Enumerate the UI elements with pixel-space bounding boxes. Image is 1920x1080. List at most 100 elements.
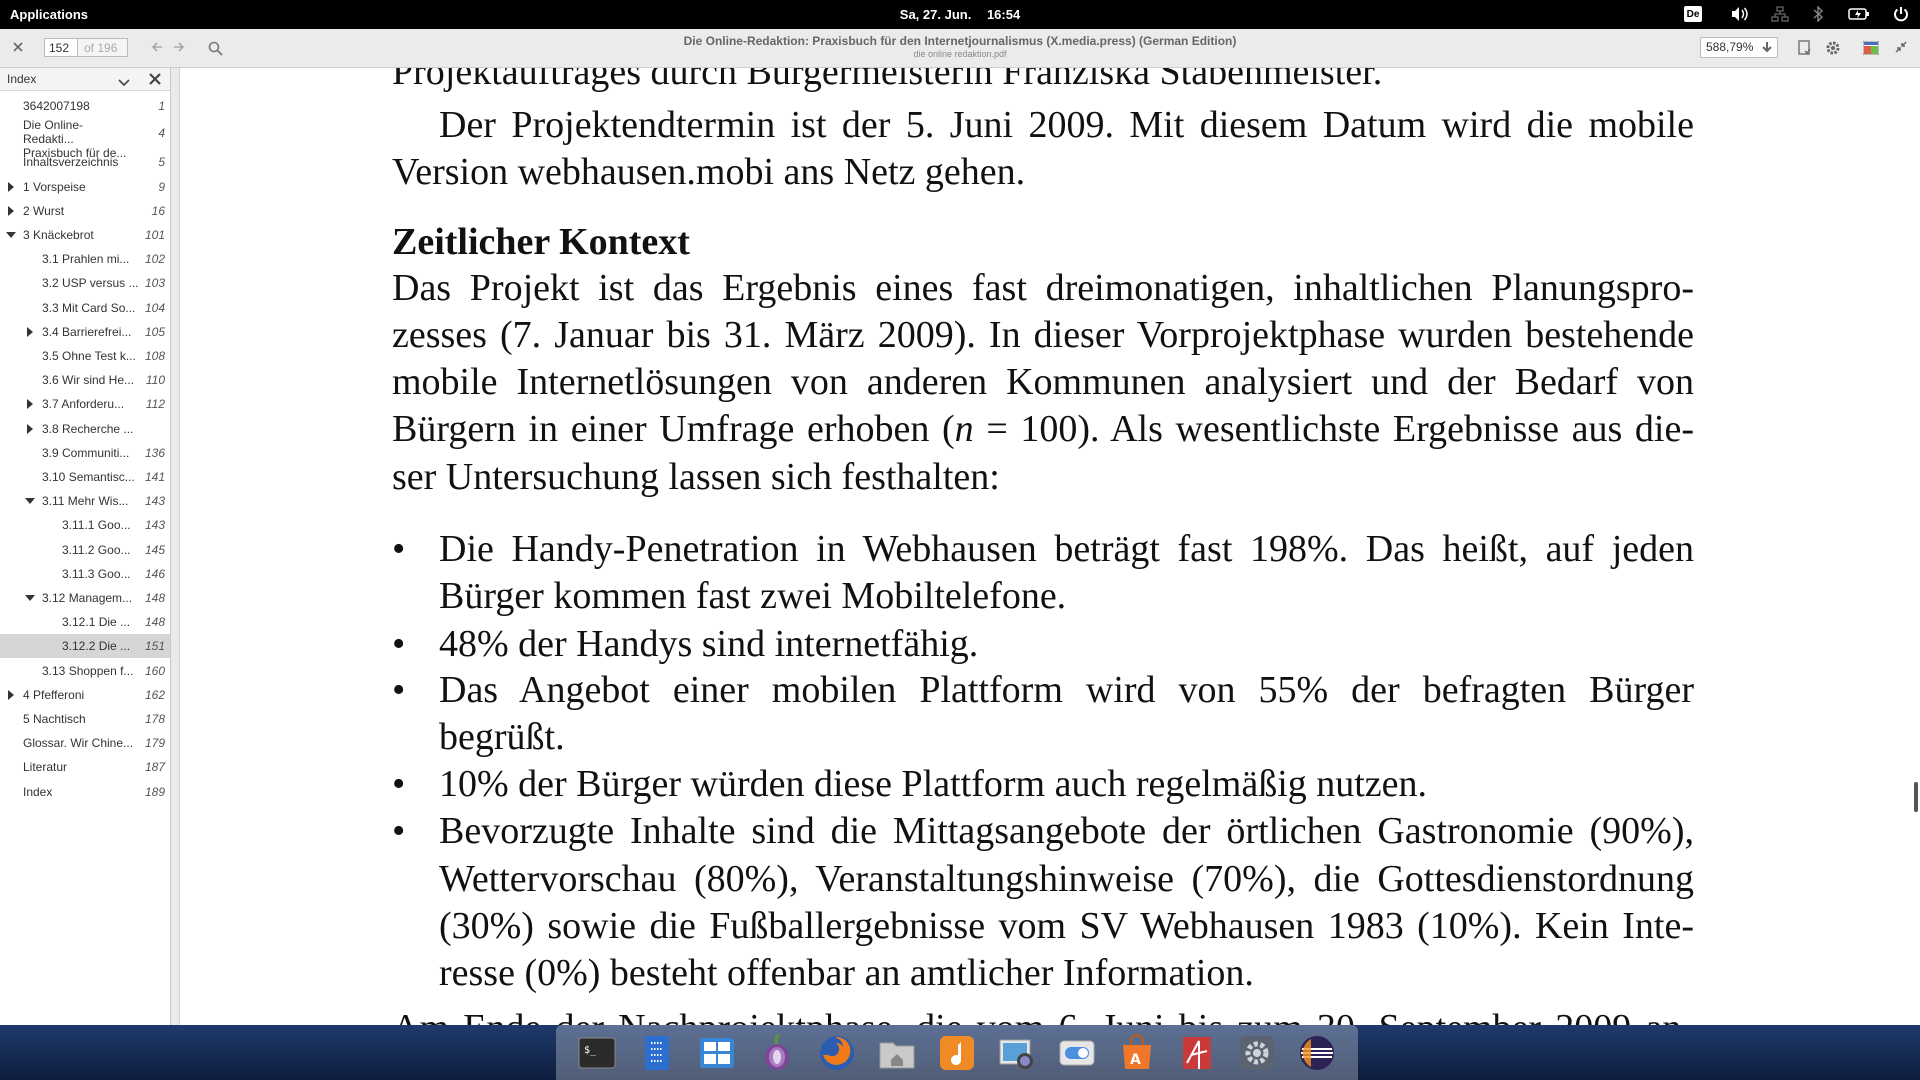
toc-item[interactable]: 3.12 Managem... 148 <box>0 586 170 610</box>
toc-item-page: 5 <box>158 155 165 170</box>
toc-item[interactable]: 3.10 Semantisc... 141 <box>0 465 170 489</box>
toc-item-label: 1 Vorspeise <box>23 179 86 194</box>
toc-item-label: 3.2 USP versus ... <box>42 276 139 291</box>
toc-item-label: Inhaltsverzeichnis <box>23 155 119 170</box>
toc-item[interactable]: 3.6 Wir sind He... 110 <box>0 368 170 392</box>
toc-item[interactable]: Literatur 187 <box>0 755 170 779</box>
document-page: Projektauftrages durch Bürgermeisterin F… <box>180 68 1920 1025</box>
toc-item-label: 3.11.1 Goo... <box>62 518 131 533</box>
toc-item-label: 3.4 Barrierefrei... <box>42 324 132 339</box>
toc-item[interactable]: 3.4 Barrierefrei... 105 <box>0 320 170 344</box>
pdf-reader-icon[interactable] <box>1174 1030 1220 1076</box>
home-folder-icon[interactable] <box>874 1030 920 1076</box>
bullet-marker: • <box>392 623 406 665</box>
toc-item-page: 141 <box>144 470 165 484</box>
toc-item[interactable]: 3.11.1 Goo... 143 <box>0 513 170 537</box>
toc-item-label: 3.10 Semantisc... <box>42 470 135 484</box>
text-line: mobile Internetlösungen von anderen Komm… <box>392 361 1694 403</box>
color-theme-icon[interactable] <box>1862 39 1880 57</box>
bullet-text-line: resse (0%) besteht offenbar an amtlicher… <box>439 952 1254 994</box>
toc-item-label: 3.13 Shoppen f... <box>42 663 134 678</box>
toc-item-page: 101 <box>144 228 165 242</box>
text-line: Der Projektendtermin ist der 5. Juni 200… <box>439 104 1694 146</box>
bullet-text-line: Bürger kommen fast zwei Mobiltelefone. <box>439 575 1067 617</box>
toc-item[interactable]: 3.12.1 Die ... 148 <box>0 610 170 634</box>
expand-triangle-icon[interactable] <box>27 423 33 434</box>
switchboard-toggle-icon[interactable] <box>1054 1030 1100 1076</box>
toc-item[interactable]: 3.3 Mit Card So... 104 <box>0 296 170 320</box>
toc-item[interactable]: Inhaltsverzeichnis 5 <box>0 150 170 174</box>
expand-triangle-icon[interactable] <box>8 181 14 192</box>
bluetooth-icon[interactable] <box>1810 6 1826 22</box>
power-icon[interactable] <box>1892 6 1910 22</box>
settings-icon[interactable] <box>1234 1030 1280 1076</box>
toc-item[interactable]: 3.13 Shoppen f... 160 <box>0 659 170 683</box>
keyboard-layout-indicator[interactable]: De <box>1684 6 1702 22</box>
firefox-icon[interactable] <box>814 1030 860 1076</box>
toc-item[interactable]: 3642007198 1 <box>0 94 170 118</box>
volume-icon[interactable] <box>1730 6 1750 22</box>
toc-item[interactable]: 2 Wurst 16 <box>0 199 170 223</box>
text-line: zesses (7. Januar bis 31. März 2009). In… <box>392 314 1694 356</box>
expand-triangle-icon[interactable] <box>8 205 14 216</box>
collapse-triangle-icon[interactable] <box>25 498 35 505</box>
bullet-marker: • <box>392 763 406 805</box>
app-store-icon[interactable]: A <box>1114 1030 1160 1076</box>
toc-item-label: 3.7 Anforderu... <box>42 397 125 412</box>
toc-item[interactable]: 3.1 Prahlen mi... 102 <box>0 247 170 271</box>
toc-item[interactable]: 1 Vorspeise 9 <box>0 175 170 199</box>
bullet-text-line: 48% der Handys sind internetfähig. <box>439 623 979 665</box>
expand-triangle-icon[interactable] <box>8 689 14 700</box>
toc-item[interactable]: 5 Nachtisch 178 <box>0 707 170 731</box>
toc-item[interactable]: 3 Knäckebrot 101 <box>0 223 170 247</box>
toc-item[interactable]: Die Online-Redakti... Praxisbuch für de.… <box>0 118 170 160</box>
bullet-text-line: begrüßt. <box>439 716 565 758</box>
toc-item-label: 3.11.2 Goo... <box>62 542 131 557</box>
toc-item-page: 16 <box>151 203 165 218</box>
close-sidebar-icon[interactable] <box>148 72 162 91</box>
toc-item-label: 3.9 Communiti... <box>42 445 130 460</box>
clock-indicator[interactable]: Sa, 27. Jun. 16:54 <box>0 7 1920 22</box>
system-top-panel: Applications Sa, 27. Jun. 16:54 De <box>0 0 1920 29</box>
toc-item[interactable]: 4 Pfefferoni 162 <box>0 683 170 707</box>
sidebar-splitter[interactable] <box>171 68 180 1025</box>
toc-item[interactable]: 3.8 Recherche ... <box>0 417 170 441</box>
zoom-select[interactable]: 588,79% <box>1700 37 1778 58</box>
toc-item-label: 5 Nachtisch <box>23 712 86 726</box>
vertical-scrollbar-thumb[interactable] <box>1914 782 1918 812</box>
tor-browser-icon[interactable] <box>754 1030 800 1076</box>
terminal-icon[interactable]: $_ <box>574 1030 620 1076</box>
bullet-marker: • <box>392 528 406 570</box>
toc-item[interactable]: Glossar. Wir Chine... 179 <box>0 731 170 755</box>
music-icon[interactable] <box>934 1030 980 1076</box>
gear-icon[interactable] <box>1824 39 1842 57</box>
eclipse-icon[interactable] <box>1294 1030 1340 1076</box>
toc-item-label: Literatur <box>23 760 68 775</box>
toc-item[interactable]: 3.11.2 Goo... 145 <box>0 538 170 562</box>
toc-item[interactable]: 3.12.2 Die ... 151 <box>0 634 170 659</box>
toc-item-label: 3.11 Mehr Wis... <box>42 494 129 509</box>
workspaces-icon[interactable] <box>694 1030 740 1076</box>
toc-item-page: 4 <box>158 126 165 141</box>
expand-triangle-icon[interactable] <box>27 399 33 410</box>
toc-item[interactable]: 3.9 Communiti... 136 <box>0 441 170 465</box>
toc-item-page: 148 <box>144 591 165 605</box>
chevron-down-icon[interactable] <box>118 74 130 92</box>
toc-item[interactable]: 3.2 USP versus ... 103 <box>0 271 170 295</box>
expand-triangle-icon[interactable] <box>27 326 33 337</box>
restore-window-icon[interactable] <box>1893 39 1909 55</box>
network-icon[interactable] <box>1770 6 1790 22</box>
battery-icon[interactable] <box>1848 6 1870 22</box>
sidebar-header: Index <box>0 68 170 91</box>
toc-item[interactable]: 3.7 Anforderu... 112 <box>0 392 170 416</box>
collapse-triangle-icon[interactable] <box>25 595 35 601</box>
image-viewer-icon[interactable] <box>994 1030 1040 1076</box>
toc-item[interactable]: 3.11 Mehr Wis... 143 <box>0 489 170 513</box>
sidebar-mode-select[interactable]: Index <box>7 72 36 86</box>
toc-item[interactable]: Index 189 <box>0 780 170 804</box>
notes-icon[interactable] <box>634 1030 680 1076</box>
collapse-triangle-icon[interactable] <box>6 232 16 238</box>
toc-item[interactable]: 3.11.3 Goo... 146 <box>0 562 170 586</box>
toc-item[interactable]: 3.5 Ohne Test k... 108 <box>0 344 170 368</box>
bookmark-icon[interactable] <box>1795 39 1813 57</box>
